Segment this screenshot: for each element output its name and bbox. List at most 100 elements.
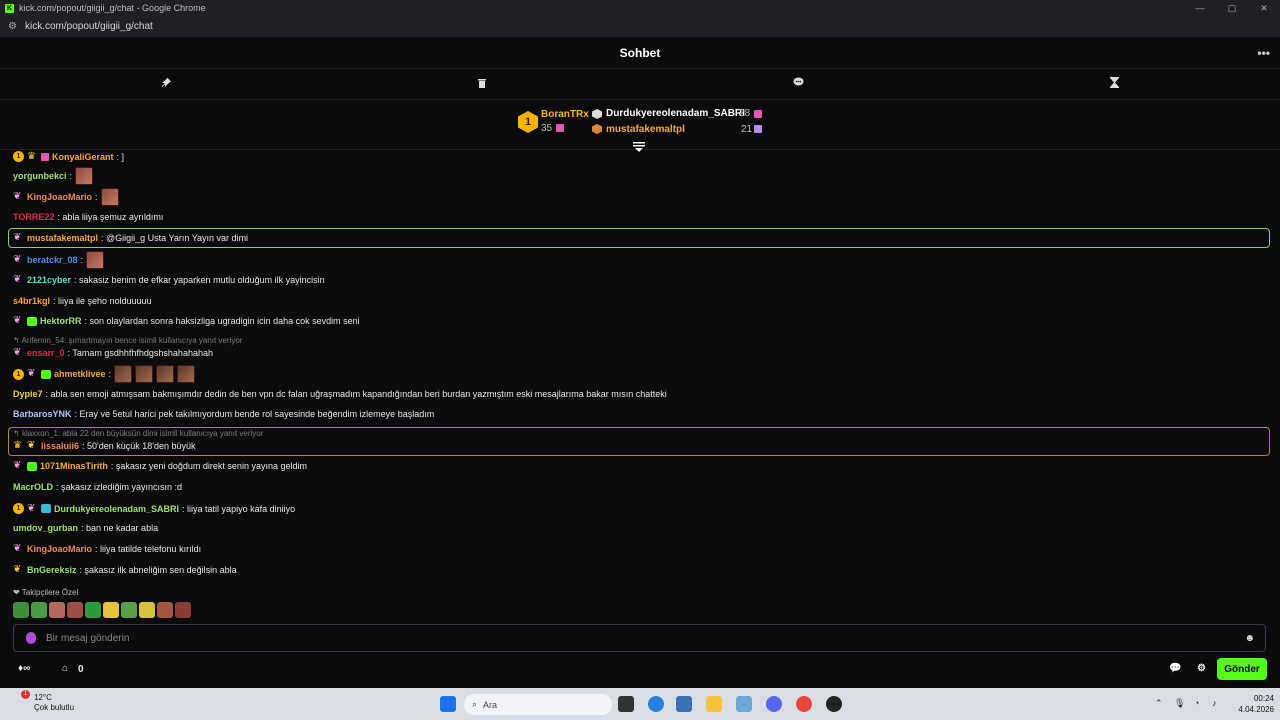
username[interactable]: yorgunbekci bbox=[13, 171, 67, 181]
butterfly-badge-icon: ❦ bbox=[13, 191, 22, 202]
reply-context[interactable]: ↰ Arifemin_54: şımartmayın bence isimli … bbox=[13, 336, 242, 345]
emote-button[interactable] bbox=[121, 602, 137, 618]
emote-button[interactable] bbox=[139, 602, 155, 618]
more-options-icon[interactable]: ••• bbox=[1257, 46, 1270, 60]
send-button[interactable]: Gönder bbox=[1217, 658, 1267, 680]
chat-message[interactable]: ❦ HektorRR : son olaylardan sonra haksiz… bbox=[13, 316, 360, 327]
chat-message[interactable]: ❦ KingJoaoMario : liiya tatilde telefonu… bbox=[13, 544, 201, 555]
chat-message[interactable]: umdov_gurban : ban ne kadar abla bbox=[13, 523, 158, 533]
username[interactable]: KingJoaoMario bbox=[27, 192, 92, 202]
username[interactable]: ensarr_0 bbox=[27, 348, 65, 358]
username[interactable]: TORRE22 bbox=[13, 212, 54, 222]
username[interactable]: lissaluii6 bbox=[41, 441, 79, 451]
emote-button[interactable] bbox=[175, 602, 191, 618]
chat-bubble-icon[interactable]: 💬 bbox=[1169, 663, 1181, 674]
chat-message[interactable]: Dypie7 : abla sen emoji atmışsam bakmışı… bbox=[13, 389, 667, 399]
minimize-button[interactable]: — bbox=[1184, 0, 1216, 16]
username[interactable]: KingJoaoMario bbox=[27, 544, 92, 554]
file-explorer-icon[interactable] bbox=[706, 696, 722, 712]
microphone-icon[interactable] bbox=[26, 632, 36, 644]
reply-context[interactable]: ↰ klaxxon_1: abla 22 den büyüksün dimi i… bbox=[13, 429, 263, 438]
chat-message[interactable]: yorgunbekci : bbox=[13, 167, 94, 185]
username[interactable]: BnGereksiz bbox=[27, 565, 77, 575]
volume-icon[interactable]: ♪ bbox=[1212, 698, 1217, 708]
pin-icon[interactable] bbox=[159, 77, 173, 91]
chat-message[interactable]: 1 ❦ ahmetklivee : bbox=[13, 365, 196, 383]
chat-message[interactable]: ❦ 2121cyber : sakasiz benim de efkar yap… bbox=[13, 275, 325, 286]
settings-gear-icon[interactable]: ⚙ bbox=[1197, 663, 1206, 674]
chat-message[interactable]: ❦ KingJoaoMario : bbox=[13, 188, 119, 206]
scroll-to-bottom-icon[interactable] bbox=[633, 142, 645, 155]
gift-box-icon[interactable]: ⌂ bbox=[62, 663, 68, 674]
chat-message[interactable]: MacrOLD : şakasız izlediğim yayıncısın :… bbox=[13, 482, 182, 492]
edge-icon[interactable] bbox=[648, 696, 664, 712]
address-bar[interactable]: ⚙ kick.com/popout/giigii_g/chat bbox=[0, 16, 1280, 38]
emote-button[interactable] bbox=[31, 602, 47, 618]
username[interactable]: s4br1kgl bbox=[13, 296, 50, 306]
username[interactable]: 2121cyber bbox=[27, 275, 71, 285]
username[interactable]: BarbarosYNK bbox=[13, 409, 72, 419]
chat-message[interactable]: ♛ ❦ lissaluii6 : 50'den küçük 18'den büy… bbox=[13, 441, 196, 452]
tray-chevron-icon[interactable]: ⌃ bbox=[1155, 698, 1163, 709]
username[interactable]: 1071MinasTirith bbox=[40, 461, 108, 471]
chat-message[interactable]: ❦ BnGereksiz : şakasız ilk abneliğim sen… bbox=[13, 565, 237, 576]
emote-button[interactable] bbox=[67, 602, 83, 618]
network-icon[interactable]: ◔ bbox=[1194, 698, 1199, 708]
chat-message[interactable]: 1 ♛ KonyaliGerant : ] bbox=[13, 151, 124, 162]
message-text: : 50'den küçük 18'den büyük bbox=[82, 441, 196, 451]
chat-message[interactable]: s4br1kgl : liiya ile şeho nolduuuuu bbox=[13, 296, 152, 306]
coin-badge-icon: 1 bbox=[13, 151, 24, 162]
emote-image bbox=[177, 365, 196, 383]
task-view-icon[interactable] bbox=[618, 696, 634, 712]
chat-toolbar bbox=[0, 69, 1280, 100]
emote-button[interactable] bbox=[157, 602, 173, 618]
emote-button[interactable] bbox=[85, 602, 101, 618]
settings-app-icon[interactable] bbox=[736, 696, 752, 712]
username[interactable]: MacrOLD bbox=[13, 482, 53, 492]
username[interactable]: HektorRR bbox=[40, 316, 82, 326]
leader-top-name[interactable]: BoranTRx bbox=[541, 109, 589, 120]
emote-button[interactable] bbox=[49, 602, 65, 618]
message-input-placeholder[interactable]: Bir mesaj gönderin bbox=[46, 633, 129, 644]
emote-button[interactable] bbox=[103, 602, 119, 618]
message-text: : liiya ile şeho nolduuuuu bbox=[53, 296, 152, 306]
coin-badge-icon: 1 bbox=[13, 368, 24, 380]
discord-icon[interactable] bbox=[766, 696, 782, 712]
store-icon[interactable] bbox=[676, 696, 692, 712]
message-text: : @Giigii_g Usta Yarın Yayın var dimi bbox=[101, 233, 249, 243]
username[interactable]: ahmetklivee bbox=[54, 369, 106, 379]
close-button[interactable]: ✕ bbox=[1248, 0, 1280, 16]
infinity-points-icon[interactable]: ♦∞ bbox=[18, 663, 30, 674]
chat-message[interactable]: ❦ 1071MinasTirith : şakasız yeni doğdum … bbox=[13, 461, 307, 472]
start-icon[interactable] bbox=[440, 696, 456, 712]
trash-icon[interactable] bbox=[475, 77, 489, 91]
username[interactable]: beratckr_08 bbox=[27, 255, 78, 265]
chat-message[interactable]: TORRE22 : abla liiya şemuz ayrıldımı bbox=[13, 212, 163, 222]
chat-bubble-icon[interactable] bbox=[791, 77, 805, 91]
chat-message[interactable]: ❦ ensarr_0 : Tamam gsdhhfhfhdgshshahahah… bbox=[13, 348, 213, 359]
taskbar-clock[interactable]: 00:24 4.04.2026 bbox=[1238, 693, 1274, 715]
obs-icon[interactable] bbox=[826, 696, 842, 712]
chat-message[interactable]: ❦ mustafakemaltpl : @Giigii_g Usta Yarın… bbox=[13, 233, 249, 244]
site-settings-icon[interactable]: ⚙ bbox=[8, 21, 17, 32]
chat-message[interactable]: 1 ❦ Durdukyereolenadam_SABRI : liiya tat… bbox=[13, 503, 295, 514]
username[interactable]: umdov_gurban bbox=[13, 523, 78, 533]
taskbar-search[interactable]: ⌕ Ara bbox=[464, 694, 612, 715]
username[interactable]: mustafakemaltpl bbox=[27, 233, 98, 243]
leader-second-name[interactable]: Durdukyereolenadam_SABRI bbox=[606, 108, 745, 119]
emoji-icon[interactable]: ☻ bbox=[1244, 633, 1255, 644]
url-text[interactable]: kick.com/popout/giigii_g/chat bbox=[25, 21, 153, 32]
message-input[interactable]: Bir mesaj gönderin ☻ bbox=[13, 624, 1266, 652]
username[interactable]: Dypie7 bbox=[13, 389, 43, 399]
chrome-icon[interactable] bbox=[796, 696, 812, 712]
username[interactable]: Durdukyereolenadam_SABRI bbox=[54, 504, 179, 514]
chat-message[interactable]: ❦ beratckr_08 : bbox=[13, 251, 105, 269]
emote-button[interactable] bbox=[13, 602, 29, 618]
leader-third-name[interactable]: mustafakemaltpl bbox=[606, 124, 685, 135]
chat-message[interactable]: BarbarosYNK : Eray ve 5etul harici pek t… bbox=[13, 409, 434, 419]
weather-badge: 1 bbox=[21, 690, 30, 699]
tray-mic-icon[interactable]: 🎙 bbox=[1174, 698, 1185, 709]
maximize-button[interactable]: ▢ bbox=[1216, 0, 1248, 16]
hourglass-icon[interactable] bbox=[1107, 77, 1121, 91]
username[interactable]: KonyaliGerant bbox=[52, 152, 114, 162]
